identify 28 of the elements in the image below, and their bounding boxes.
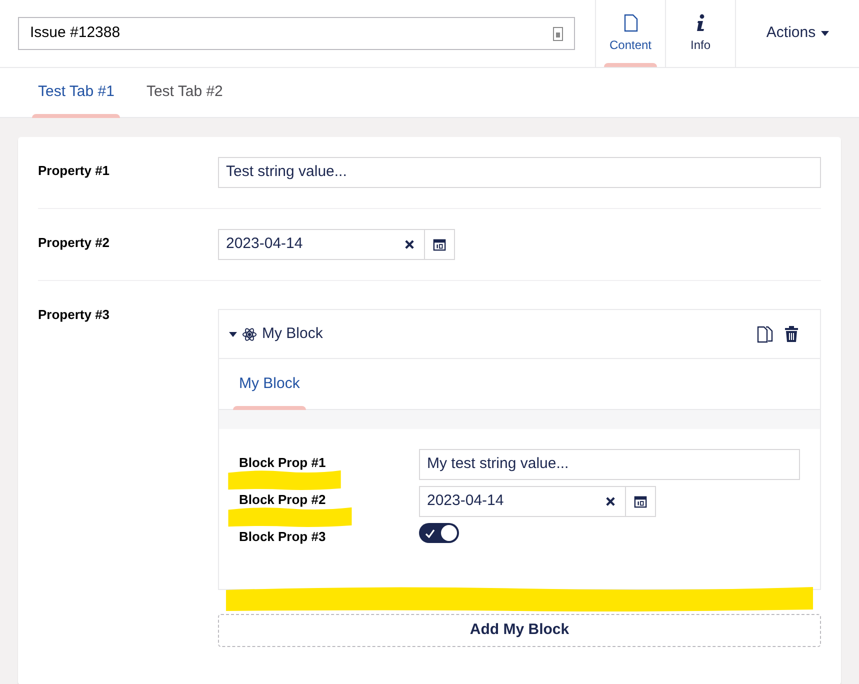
property-label: Property #3 [38,307,110,322]
tab[interactable]: Test Tab #2 [140,68,229,117]
atom-icon [242,326,257,342]
lock-icon[interactable] [553,26,563,40]
info-icon [696,14,706,32]
text-field[interactable]: My test string value... [419,449,800,480]
copy-icon[interactable] [757,326,773,342]
trash-icon[interactable] [785,326,798,342]
field-label: Block Prop #3 [239,529,326,544]
property-label: Property #2 [38,235,110,250]
title-field[interactable]: Issue #12388 [18,17,575,50]
toggle-knob [441,525,457,541]
app-tab[interactable]: Info [665,0,735,67]
field-label: Block Prop #2 [239,492,326,507]
block-tab[interactable]: My Block [233,359,306,409]
app-tab[interactable]: Content [595,0,665,67]
document-icon [624,14,638,32]
add-block-button[interactable]: Add My Block [218,614,821,647]
property-label: Property #1 [38,163,110,178]
toggle-switch[interactable] [419,523,459,543]
check-icon [425,528,435,538]
caret-icon[interactable] [229,332,237,336]
text-field[interactable]: Test string value... [218,157,821,188]
block-title[interactable]: My Block [262,322,323,346]
tab[interactable]: Test Tab #1 [32,68,120,117]
caret-icon [820,31,829,36]
field-label: Block Prop #1 [239,455,326,470]
actions-button[interactable]: Actions [735,0,859,67]
